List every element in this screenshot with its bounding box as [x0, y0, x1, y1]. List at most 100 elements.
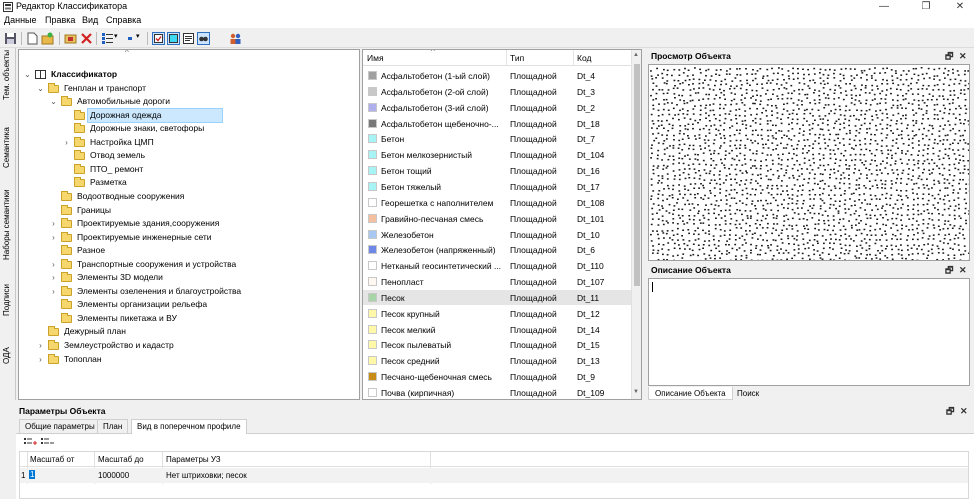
collapse-icon[interactable]: ⌄: [36, 82, 45, 95]
list-item[interactable]: Бетон тяжелый Площадной Dt_17: [363, 179, 631, 195]
expand-icon[interactable]: ›: [36, 339, 45, 352]
tree-node[interactable]: Отвод земель: [19, 149, 359, 162]
params-cell[interactable]: Нет штриховки; песок: [166, 471, 247, 480]
expand-icon[interactable]: ›: [49, 285, 58, 298]
tree-node[interactable]: Разметка: [19, 176, 359, 189]
tree-node[interactable]: › Элементы озеленения и благоустройства: [19, 285, 359, 298]
list-item[interactable]: Песок пылеватый Площадной Dt_15: [363, 337, 631, 353]
save-icon[interactable]: [4, 32, 17, 45]
dropdown-icon[interactable]: ▾: [136, 32, 144, 45]
add-row-icon[interactable]: [24, 437, 37, 448]
column-separator[interactable]: [573, 50, 574, 66]
column-header-type[interactable]: Тип: [510, 53, 524, 63]
collapse-icon[interactable]: ⌄: [23, 68, 32, 81]
list-item[interactable]: Песок мелкий Площадной Dt_14: [363, 322, 631, 338]
column-separator[interactable]: [506, 50, 507, 66]
side-tab-captions[interactable]: Подписи: [0, 270, 16, 318]
tree-node[interactable]: Границы: [19, 204, 359, 217]
tree-node[interactable]: › Проектируемые здания,сооружения: [19, 217, 359, 230]
list-item[interactable]: Асфальтобетон (2-ой слой) Площадной Dt_3: [363, 84, 631, 100]
expand-icon[interactable]: ›: [36, 353, 45, 366]
classifier-tree[interactable]: ^ ⌄ Классификатор ⌄ Генплан и транспорт ⌄ Авт…: [18, 49, 360, 400]
column-header-name[interactable]: Имя: [367, 53, 384, 63]
tree-node[interactable]: › Транспортные сооружения и устройства: [19, 258, 359, 271]
tree-node[interactable]: Элементы организации рельефа: [19, 298, 359, 311]
tree-node[interactable]: › Проектируемые инженерные сети: [19, 231, 359, 244]
grid-header-scale-from[interactable]: Масштаб от: [30, 455, 74, 464]
tree-node[interactable]: › Землеустройство и кадастр: [19, 339, 359, 352]
dropdown-icon[interactable]: ▾: [114, 32, 122, 45]
list-item[interactable]: Асфальтобетон (1-ый слой) Площадной Dt_4: [363, 68, 631, 84]
column-header-code[interactable]: Код: [577, 53, 591, 63]
list-item[interactable]: Асфальтобетон щебеночно-... Площадной Dt_1…: [363, 116, 631, 132]
side-tab-semantic-sets[interactable]: Наборы семантики: [0, 176, 16, 262]
scale-to-cell[interactable]: 1000000: [98, 471, 129, 480]
users-icon[interactable]: [229, 32, 242, 45]
close-icon[interactable]: ✕: [960, 405, 968, 418]
find-icon[interactable]: [197, 32, 210, 45]
color-fill-icon[interactable]: [167, 32, 180, 45]
float-icon[interactable]: 🗗: [945, 264, 953, 277]
tree-node[interactable]: › Элементы 3D модели: [19, 271, 359, 284]
tree-node[interactable]: Дежурный план: [19, 325, 359, 338]
list-item[interactable]: Бетон Площадной Dt_7: [363, 131, 631, 147]
menu-view[interactable]: Вид: [82, 15, 98, 25]
tree-node[interactable]: › Топоплан: [19, 353, 359, 366]
collapse-icon[interactable]: ⌄: [49, 95, 58, 108]
menu-help[interactable]: Справка: [106, 15, 141, 25]
tree-node[interactable]: › Настройка ЦМП: [19, 136, 359, 149]
tree-node[interactable]: ПТО_ ремонт: [19, 163, 359, 176]
grid-header-scale-to[interactable]: Масштаб до: [98, 455, 144, 464]
list-view-icon[interactable]: [101, 32, 114, 45]
list-item[interactable]: Железобетон (напряженный) Площадной Dt_6: [363, 242, 631, 258]
list-item[interactable]: Песок Площадной Dt_11: [363, 289, 631, 306]
expand-icon[interactable]: ›: [49, 271, 58, 284]
description-textarea[interactable]: [648, 278, 970, 386]
expand-icon[interactable]: ›: [49, 258, 58, 271]
list-item[interactable]: Георешетка с наполнителем Площадной Dt_108: [363, 195, 631, 211]
checkbox-icon[interactable]: [152, 32, 165, 45]
tab-plan[interactable]: План: [97, 419, 129, 433]
tab-search[interactable]: Поиск: [731, 387, 765, 400]
grid-header-params[interactable]: Параметры УЗ: [166, 455, 221, 464]
list-item[interactable]: Бетон тощий Площадной Dt_16: [363, 163, 631, 179]
tab-object-description[interactable]: Описание Объекта: [648, 387, 733, 400]
delete-icon[interactable]: [80, 32, 93, 45]
list-item[interactable]: Бетон мелкозернистый Площадной Dt_104: [363, 147, 631, 163]
side-tab-oda[interactable]: ОДА: [0, 328, 16, 366]
tree-node[interactable]: ⌄ Классификатор: [19, 68, 359, 81]
new-group-icon[interactable]: [41, 32, 54, 45]
remove-row-icon[interactable]: [41, 437, 54, 448]
tree-node[interactable]: Разное: [19, 244, 359, 257]
expand-icon[interactable]: ›: [49, 231, 58, 244]
list-item[interactable]: Песок средний Площадной Dt_13: [363, 353, 631, 369]
menu-edit[interactable]: Правка: [45, 15, 75, 25]
side-tab-theme-objects[interactable]: Тем. объекты: [0, 48, 16, 103]
tree-node[interactable]: ⌄ Генплан и транспорт: [19, 82, 359, 95]
expand-icon[interactable]: ›: [49, 217, 58, 230]
tree-node[interactable]: Элементы пикетажа и ВУ: [19, 312, 359, 325]
tree-node[interactable]: Дорожные знаки, светофоры: [19, 122, 359, 135]
list-item[interactable]: Песчано-щебеночная смесь Площадной Dt_9: [363, 369, 631, 385]
menu-data[interactable]: Данные: [4, 15, 37, 25]
close-icon[interactable]: ✕: [959, 264, 967, 277]
tab-general-params[interactable]: Общие параметры: [19, 419, 101, 433]
open-folder-icon[interactable]: [64, 32, 77, 45]
tree-node[interactable]: Водоотводные сооружения: [19, 190, 359, 203]
scroll-up-icon[interactable]: ▲: [633, 52, 639, 58]
expand-icon[interactable]: ›: [62, 136, 71, 149]
table-row[interactable]: 1 1 1000000 Нет штриховки; песок: [20, 468, 968, 483]
text-view-icon[interactable]: [182, 32, 195, 45]
tree-node[interactable]: Дорожная одежда: [19, 107, 359, 123]
list-scroll-thumb[interactable]: [634, 64, 640, 286]
tree-node[interactable]: ⌄ Автомобильные дороги: [19, 95, 359, 108]
float-icon[interactable]: 🗗: [945, 50, 953, 63]
scale-grid[interactable]: Масштаб от Масштаб до Параметры УЗ 1 1 1…: [19, 451, 969, 499]
close-icon[interactable]: ✕: [959, 50, 967, 63]
list-item[interactable]: Пенопласт Площадной Dt_107: [363, 274, 631, 290]
object-list[interactable]: Имя ^ Тип Код Асфальтобетон (1-ый слой) П…: [362, 49, 642, 400]
float-icon[interactable]: 🗗: [946, 405, 954, 418]
list-item[interactable]: Почва (кирпичная) Площадной Dt_109: [363, 385, 631, 399]
tab-cross-section-view[interactable]: Вид в поперечном профиле: [131, 419, 247, 434]
minimize-button[interactable]: —: [870, 0, 898, 14]
